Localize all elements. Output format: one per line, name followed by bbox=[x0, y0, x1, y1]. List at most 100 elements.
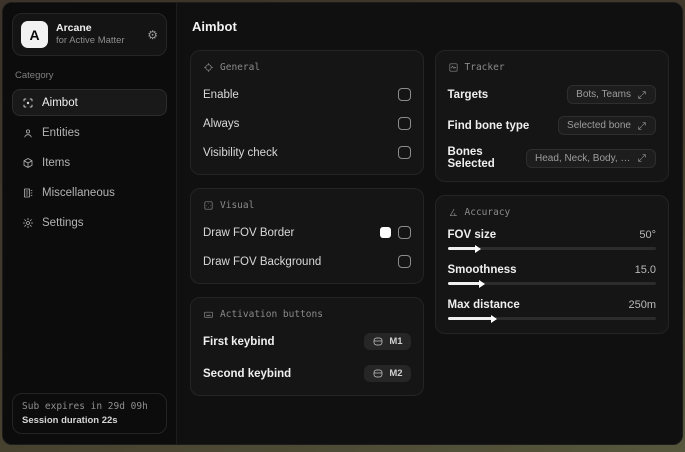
sidebar-item-label: Aimbot bbox=[42, 96, 78, 109]
always-checkbox[interactable] bbox=[397, 117, 411, 130]
first-keybind-button[interactable]: M1 bbox=[364, 333, 411, 350]
fov-size-slider[interactable] bbox=[447, 244, 656, 253]
category-label: Category bbox=[15, 70, 54, 81]
slider-fill bbox=[447, 314, 498, 323]
keybind-value: M1 bbox=[389, 336, 403, 347]
setting-label: Enable bbox=[203, 88, 239, 101]
setting-row-visibility-check: Visibility check bbox=[203, 142, 411, 163]
mouse-icon bbox=[373, 337, 383, 346]
expand-icon bbox=[638, 90, 646, 99]
angle-icon bbox=[448, 207, 459, 218]
app-name: Arcane bbox=[56, 22, 92, 34]
setting-row-second-keybind: Second keybind M2 bbox=[203, 363, 411, 384]
sidebar-nav: Aimbot Entities Items Miscellaneous Sett… bbox=[12, 89, 167, 236]
setting-label: Targets bbox=[447, 88, 489, 101]
tracker-card: Tracker Targets Bots, Teams Find bone ty… bbox=[434, 50, 669, 182]
setting-row-bones-selected: Bones Selected Head, Neck, Body, Pe.. bbox=[448, 146, 656, 170]
max-distance-slider[interactable] bbox=[447, 314, 656, 323]
expand-icon bbox=[638, 121, 646, 130]
app-subtitle: for Active Matter bbox=[56, 35, 125, 47]
find-bone-type-dropdown[interactable]: Selected bone bbox=[558, 116, 656, 135]
sidebar-item-miscellaneous[interactable]: Miscellaneous bbox=[12, 179, 167, 206]
sub-expires-text: Sub expires in 29d 09h bbox=[22, 401, 148, 412]
visual-card: Visual Draw FOV Border Draw FOV Backgrou… bbox=[190, 188, 424, 284]
sidebar-item-label: Items bbox=[42, 156, 71, 169]
setting-row-fov-size: FOV size 50° bbox=[447, 229, 656, 253]
bones-selected-dropdown[interactable]: Head, Neck, Body, Pe.. bbox=[526, 148, 656, 168]
card-title: Activation buttons bbox=[220, 309, 323, 320]
setting-label: Second keybind bbox=[203, 367, 292, 380]
fov-border-color-swatch[interactable] bbox=[379, 227, 391, 238]
card-title: Tracker bbox=[464, 62, 505, 73]
setting-label: Visibility check bbox=[203, 146, 278, 159]
slider-knob[interactable] bbox=[491, 314, 498, 323]
expand-icon bbox=[638, 154, 646, 162]
main-panel: Aimbot General Enable Always Visibility … bbox=[177, 3, 682, 444]
sidebar-item-label: Entities bbox=[42, 126, 80, 139]
setting-label: Max distance bbox=[447, 299, 520, 311]
draw-fov-background-checkbox[interactable] bbox=[397, 255, 411, 268]
card-title: General bbox=[220, 62, 261, 73]
setting-row-smoothness: Smoothness 15.0 bbox=[447, 264, 656, 288]
sidebar-item-items[interactable]: Items bbox=[12, 149, 167, 176]
slider-knob[interactable] bbox=[478, 279, 485, 288]
targets-dropdown[interactable]: Bots, Teams bbox=[567, 85, 656, 104]
setting-label: Find bone type bbox=[447, 119, 530, 132]
subscription-info: Sub expires in 29d 09h Session duration … bbox=[12, 393, 167, 434]
slider-value: 250m bbox=[628, 299, 656, 311]
slider-fill bbox=[447, 244, 481, 253]
general-card: General Enable Always Visibility check bbox=[190, 50, 424, 175]
setting-row-first-keybind: First keybind M1 bbox=[203, 331, 411, 352]
visibility-check-checkbox[interactable] bbox=[397, 146, 411, 159]
sidebar-item-aimbot[interactable]: Aimbot bbox=[12, 89, 167, 116]
accuracy-card: Accuracy FOV size 50° Smoothness 15.0 Ma… bbox=[434, 195, 669, 334]
draw-fov-border-checkbox[interactable] bbox=[397, 226, 411, 239]
slider-fill bbox=[447, 279, 485, 288]
setting-label: Smoothness bbox=[447, 264, 517, 276]
setting-row-max-distance: Max distance 250m bbox=[447, 299, 656, 323]
sidebar-item-entities[interactable]: Entities bbox=[12, 119, 167, 146]
gear-icon bbox=[21, 216, 34, 229]
app-logo: A bbox=[21, 21, 48, 48]
page-title: Aimbot bbox=[192, 19, 237, 34]
setting-row-always: Always bbox=[203, 113, 411, 134]
dropdown-value: Head, Neck, Body, Pe.. bbox=[535, 152, 631, 164]
setting-label: FOV size bbox=[447, 229, 497, 241]
setting-label: Always bbox=[203, 117, 240, 130]
setting-label: First keybind bbox=[203, 335, 275, 348]
slider-value: 50° bbox=[639, 229, 656, 241]
visual-icon bbox=[203, 200, 214, 211]
cube-icon bbox=[21, 156, 34, 169]
second-keybind-button[interactable]: M2 bbox=[364, 365, 411, 382]
sidebar: A Arcane for Active Matter ⚙ Category Ai… bbox=[3, 3, 177, 444]
setting-label: Draw FOV Background bbox=[203, 255, 322, 268]
sidebar-item-settings[interactable]: Settings bbox=[12, 209, 167, 236]
brand-text: Arcane for Active Matter bbox=[56, 22, 139, 47]
mouse-icon bbox=[373, 369, 383, 378]
slider-knob[interactable] bbox=[474, 244, 481, 253]
gear-icon[interactable]: ⚙ bbox=[147, 28, 158, 42]
smoothness-slider[interactable] bbox=[447, 279, 656, 288]
dropdown-value: Selected bone bbox=[567, 120, 631, 131]
card-title: Accuracy bbox=[464, 207, 511, 218]
scan-icon bbox=[21, 96, 34, 109]
keyboard-icon bbox=[203, 309, 214, 320]
list-icon bbox=[21, 186, 34, 199]
slider-value: 15.0 bbox=[634, 264, 656, 276]
keybind-value: M2 bbox=[389, 368, 403, 379]
brand-card: A Arcane for Active Matter ⚙ bbox=[12, 13, 167, 56]
setting-row-draw-fov-background: Draw FOV Background bbox=[203, 251, 411, 272]
enable-checkbox[interactable] bbox=[397, 88, 411, 101]
setting-row-targets: Targets Bots, Teams bbox=[448, 84, 656, 105]
tracker-icon bbox=[448, 62, 459, 73]
person-icon bbox=[21, 126, 34, 139]
session-duration-text: Session duration 22s bbox=[22, 415, 118, 426]
setting-label: Draw FOV Border bbox=[203, 226, 295, 239]
setting-row-find-bone-type: Find bone type Selected bone bbox=[448, 115, 656, 136]
card-title: Visual bbox=[220, 200, 255, 211]
target-icon bbox=[203, 62, 214, 73]
setting-row-enable: Enable bbox=[203, 84, 411, 105]
app-window: A Arcane for Active Matter ⚙ Category Ai… bbox=[2, 2, 683, 445]
sidebar-item-label: Settings bbox=[42, 216, 84, 229]
dropdown-value: Bots, Teams bbox=[576, 89, 631, 100]
